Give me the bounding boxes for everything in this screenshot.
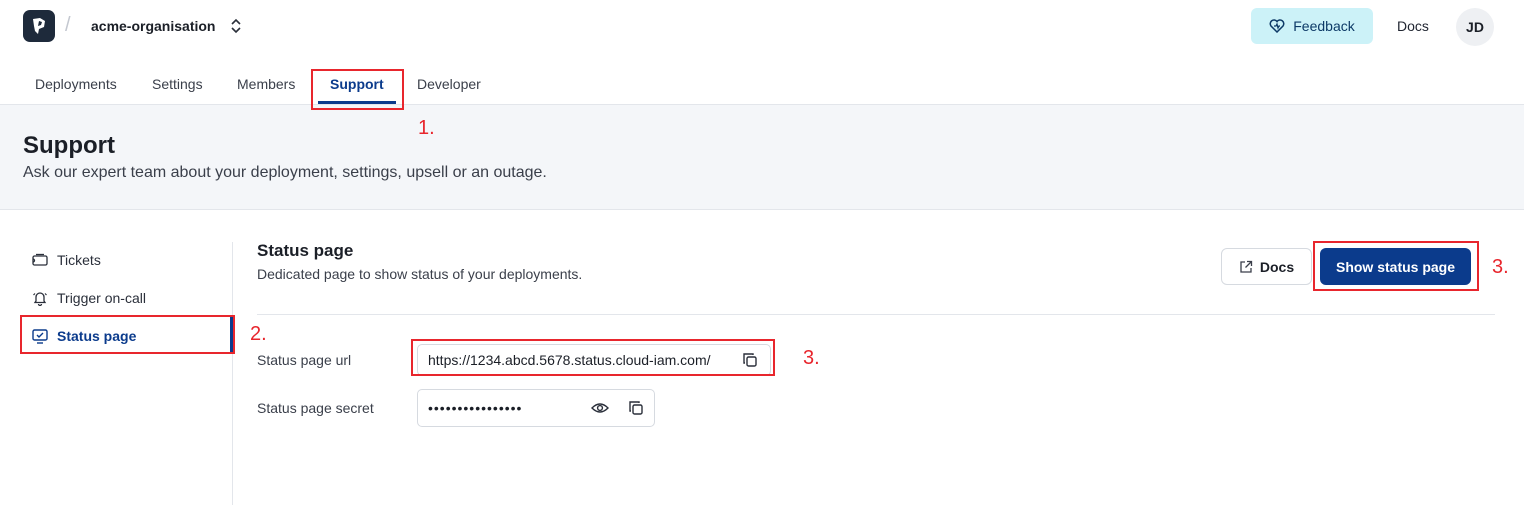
annotation-step-2: 2. <box>250 323 267 345</box>
page-subtitle: Ask our expert team about your deploymen… <box>23 164 547 181</box>
ticket-icon <box>32 253 48 266</box>
sidebar-item-trigger-on-call[interactable]: Trigger on-call <box>32 288 146 308</box>
section-title: Status page <box>257 241 354 260</box>
chevron-up-down-icon[interactable] <box>229 18 243 34</box>
annotation-step-3a: 3. <box>1492 256 1509 278</box>
breadcrumb-separator: / <box>65 14 71 36</box>
tab-deployments[interactable]: Deployments <box>35 76 117 92</box>
status-page-secret-label: Status page secret <box>257 400 374 416</box>
page-header: Support Ask our expert team about your d… <box>0 105 1524 210</box>
bell-icon <box>33 292 47 306</box>
feedback-button[interactable]: Feedback <box>1251 8 1373 44</box>
avatar[interactable]: JD <box>1456 8 1494 46</box>
sidebar-item-tickets[interactable]: Tickets <box>32 250 101 270</box>
copy-secret-icon[interactable] <box>627 399 645 417</box>
highlight-box-status-page-nav <box>20 315 235 354</box>
highlight-box-show-status-button <box>1313 241 1479 291</box>
top-bar: / acme-organisation Feedback Docs JD <box>0 0 1524 52</box>
annotation-step-3b: 3. <box>803 347 820 369</box>
section-subtitle: Dedicated page to show status of your de… <box>257 266 583 282</box>
external-link-icon <box>1240 260 1253 273</box>
highlight-box-status-url <box>411 339 775 376</box>
section-divider <box>257 314 1495 315</box>
feedback-label: Feedback <box>1293 18 1355 34</box>
sidebar-item-label: Trigger on-call <box>57 290 146 306</box>
org-name[interactable]: acme-organisation <box>91 18 215 34</box>
tab-members[interactable]: Members <box>237 76 295 92</box>
docs-button-label: Docs <box>1259 258 1295 275</box>
status-page-url-label: Status page url <box>257 352 352 368</box>
highlight-box-support-tab <box>311 69 404 110</box>
status-page-secret-value: •••••••••••••••• <box>428 400 523 416</box>
docs-button[interactable]: Docs <box>1221 248 1312 285</box>
sidebar-divider <box>232 242 233 505</box>
app-logo-icon[interactable] <box>23 10 55 42</box>
page-title: Support <box>23 132 115 159</box>
docs-link[interactable]: Docs <box>1397 18 1429 34</box>
annotation-step-1: 1. <box>418 117 435 139</box>
sidebar-item-label: Tickets <box>57 252 101 268</box>
tab-bar: Deployments Settings Members Support Dev… <box>0 52 1524 105</box>
heart-icon <box>1269 19 1285 33</box>
tab-settings[interactable]: Settings <box>152 76 203 92</box>
status-page-secret-field[interactable]: •••••••••••••••• <box>417 389 655 427</box>
tab-developer[interactable]: Developer <box>417 76 481 92</box>
eye-icon[interactable] <box>591 399 609 417</box>
